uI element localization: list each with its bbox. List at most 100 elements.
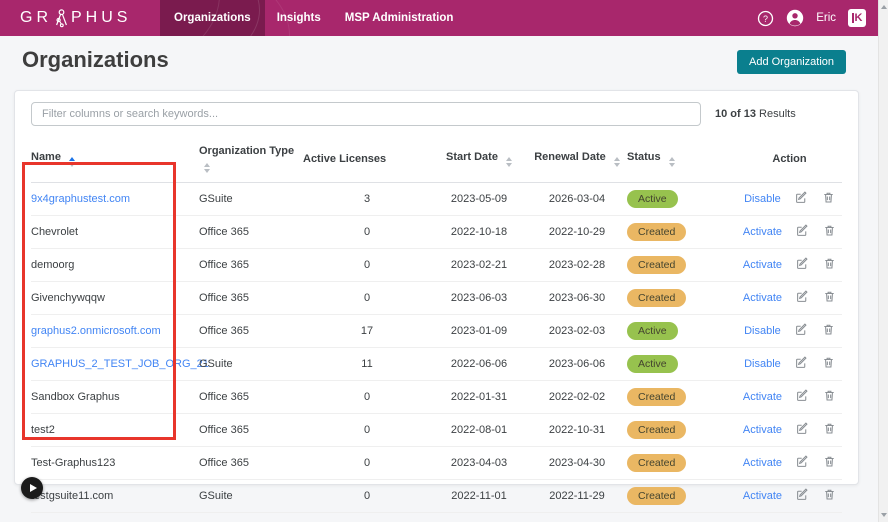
org-type-value: Office 365 xyxy=(199,391,249,403)
edit-icon[interactable] xyxy=(796,290,809,306)
active-licenses-value: 0 xyxy=(364,391,370,403)
delete-icon[interactable] xyxy=(823,290,836,306)
org-name-link[interactable]: graphus2.onmicrosoft.com xyxy=(31,325,161,337)
start-date-value: 2023-02-21 xyxy=(451,259,507,271)
start-date-value: 2022-11-01 xyxy=(451,490,506,502)
org-type-value: GSuite xyxy=(199,193,233,205)
scrollbar-down-icon[interactable] xyxy=(881,513,887,517)
org-name-link[interactable]: Givenchywqqw xyxy=(31,292,105,304)
nav-tab-label: MSP Administration xyxy=(345,12,454,24)
results-count: 10 of 13 Results xyxy=(715,108,796,120)
kaseya-badge-icon[interactable]: K xyxy=(848,9,866,27)
logo-text: GR xyxy=(20,9,52,27)
activate-disable-link[interactable]: Activate xyxy=(743,490,782,502)
delete-icon[interactable] xyxy=(822,323,835,339)
nav-tab-insights[interactable]: Insights xyxy=(265,0,333,36)
active-licenses-value: 3 xyxy=(364,193,370,205)
delete-icon[interactable] xyxy=(822,191,835,207)
table-row: GRAPHUS_2_TEST_JOB_ORG_21 GSuite 11 2022… xyxy=(31,348,842,381)
column-label: Active Licenses xyxy=(303,153,386,165)
nav-tab-organizations[interactable]: Organizations xyxy=(160,0,265,36)
column-header-active-licenses: Active Licenses xyxy=(303,139,431,183)
logo-text: PHUS xyxy=(71,9,131,27)
active-licenses-value: 0 xyxy=(364,226,370,238)
status-badge: Created xyxy=(627,421,686,439)
activate-disable-link[interactable]: Disable xyxy=(744,193,781,205)
filter-search-input[interactable] xyxy=(31,102,701,126)
edit-icon[interactable] xyxy=(796,389,809,405)
delete-icon[interactable] xyxy=(823,422,836,438)
edit-icon[interactable] xyxy=(795,323,808,339)
org-type-value: Office 365 xyxy=(199,259,249,271)
add-organization-button[interactable]: Add Organization xyxy=(737,50,846,74)
org-name-link[interactable]: 9x4graphustest.com xyxy=(31,193,130,205)
header-right-cluster: ? Eric K xyxy=(757,0,866,36)
column-header-name[interactable]: Name xyxy=(31,139,199,183)
org-name-link[interactable]: Chevrolet xyxy=(31,226,78,238)
sort-icon[interactable] xyxy=(204,163,210,173)
delete-icon[interactable] xyxy=(823,257,836,273)
org-type-value: GSuite xyxy=(199,490,233,502)
org-name-link[interactable]: testgsuite11.com xyxy=(31,490,113,502)
edit-icon[interactable] xyxy=(796,422,809,438)
renewal-date-value: 2023-06-06 xyxy=(549,358,605,370)
edit-icon[interactable] xyxy=(796,455,809,471)
page-title: Organizations xyxy=(22,47,169,73)
sort-icon[interactable] xyxy=(506,157,512,167)
edit-icon[interactable] xyxy=(796,488,809,504)
start-date-value: 2023-01-09 xyxy=(451,325,507,337)
activate-disable-link[interactable]: Activate xyxy=(743,259,782,271)
activate-disable-link[interactable]: Disable xyxy=(744,325,781,337)
delete-icon[interactable] xyxy=(823,455,836,471)
help-icon[interactable]: ? xyxy=(757,10,774,27)
sort-icon[interactable] xyxy=(669,157,675,167)
activate-disable-link[interactable]: Activate xyxy=(743,391,782,403)
column-header-start-date[interactable]: Start Date xyxy=(431,139,527,183)
delete-icon[interactable] xyxy=(822,356,835,372)
org-name-link[interactable]: Sandbox Graphus xyxy=(31,391,120,403)
main-nav: Organizations Insights MSP Administratio… xyxy=(160,0,465,36)
page-scrollbar[interactable] xyxy=(878,0,888,522)
organizations-table: Name Organization Type Active Licenses S… xyxy=(31,139,842,513)
edit-icon[interactable] xyxy=(796,224,809,240)
table-body: 9x4graphustest.com GSuite 3 2023-05-09 2… xyxy=(31,183,842,513)
activate-disable-link[interactable]: Disable xyxy=(744,358,781,370)
edit-icon[interactable] xyxy=(796,257,809,273)
org-name-link[interactable]: test2 xyxy=(31,424,55,436)
organizations-card: 10 of 13 Results Name Organization Type xyxy=(14,90,859,485)
org-type-value: Office 365 xyxy=(199,457,249,469)
activate-disable-link[interactable]: Activate xyxy=(743,457,782,469)
nav-tab-label: Insights xyxy=(277,12,321,24)
org-name-link[interactable]: Test-Graphus123 xyxy=(31,457,115,469)
column-label: Action xyxy=(772,153,806,165)
delete-icon[interactable] xyxy=(823,224,836,240)
column-label: Organization Type xyxy=(199,145,294,157)
delete-icon[interactable] xyxy=(823,389,836,405)
column-header-status[interactable]: Status xyxy=(627,139,737,183)
renewal-date-value: 2022-02-02 xyxy=(549,391,605,403)
column-header-organization-type[interactable]: Organization Type xyxy=(199,139,303,183)
edit-icon[interactable] xyxy=(795,356,808,372)
status-badge: Active xyxy=(627,322,678,340)
guide-play-button[interactable] xyxy=(21,477,43,499)
start-date-value: 2023-04-03 xyxy=(451,457,507,469)
kaseya-badge-bar xyxy=(852,13,854,23)
nav-tab-msp-administration[interactable]: MSP Administration xyxy=(333,0,466,36)
org-name-link[interactable]: demoorg xyxy=(31,259,74,271)
status-badge: Created xyxy=(627,388,686,406)
activate-disable-link[interactable]: Activate xyxy=(743,424,782,436)
delete-icon[interactable] xyxy=(823,488,836,504)
user-avatar-icon[interactable] xyxy=(786,9,804,27)
sort-icon[interactable] xyxy=(614,157,620,167)
activate-disable-link[interactable]: Activate xyxy=(743,226,782,238)
column-header-renewal-date[interactable]: Renewal Date xyxy=(527,139,627,183)
edit-icon[interactable] xyxy=(795,191,808,207)
column-label: Start Date xyxy=(446,151,498,163)
renewal-date-value: 2023-02-28 xyxy=(549,259,605,271)
column-header-action: Action xyxy=(737,139,842,183)
scrollbar-up-icon[interactable] xyxy=(881,5,887,9)
sort-asc-icon[interactable] xyxy=(69,157,75,167)
filter-row: 10 of 13 Results xyxy=(31,101,842,127)
activate-disable-link[interactable]: Activate xyxy=(743,292,782,304)
org-name-link[interactable]: GRAPHUS_2_TEST_JOB_ORG_21 xyxy=(31,358,209,370)
